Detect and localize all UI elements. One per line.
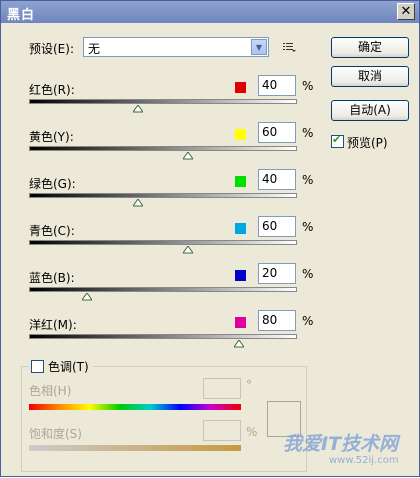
percent-unit: % xyxy=(302,126,314,140)
tint-checkbox[interactable] xyxy=(31,360,44,373)
auto-button[interactable]: 自动(A) xyxy=(331,100,409,121)
preset-dropdown[interactable]: 无 ▼ xyxy=(83,37,269,57)
slider-thumb[interactable] xyxy=(183,152,193,160)
close-icon: ✕ xyxy=(400,4,412,19)
slider-label: 绿色(G): xyxy=(29,177,76,191)
channel-slider-track[interactable] xyxy=(29,193,297,198)
dialog-title: 黑白 xyxy=(7,8,36,23)
watermark: 我爱IT技术网 www.52ij.com xyxy=(261,421,420,478)
hue-label: 色相(H) xyxy=(29,384,72,398)
percent-unit: % xyxy=(302,79,314,93)
channel-color-swatch xyxy=(235,129,246,140)
saturation-slider-track[interactable] xyxy=(29,445,241,451)
watermark-url: www.52ij.com xyxy=(329,455,399,466)
channel-value-input[interactable]: 40 xyxy=(258,169,296,190)
channel-value-input[interactable]: 60 xyxy=(258,216,296,237)
ok-button[interactable]: 确定 xyxy=(331,37,409,58)
slider-thumb[interactable] xyxy=(133,105,143,113)
hue-unit: ° xyxy=(246,378,252,392)
close-button[interactable]: ✕ xyxy=(397,3,415,20)
tint-label: 色调(T) xyxy=(48,360,89,374)
slider-thumb[interactable] xyxy=(234,340,244,348)
channel-color-swatch xyxy=(235,270,246,281)
slider-label: 红色(R): xyxy=(29,83,75,97)
slider-label: 蓝色(B): xyxy=(29,271,75,285)
channel-value-input[interactable]: 20 xyxy=(258,263,296,284)
channel-value-input[interactable]: 80 xyxy=(258,310,296,331)
tint-group-title: 色调(T) xyxy=(29,358,93,375)
channel-color-swatch xyxy=(235,223,246,234)
channel-slider-track[interactable] xyxy=(29,146,297,151)
preset-options-menu-icon[interactable] xyxy=(281,39,297,55)
channel-slider-track[interactable] xyxy=(29,287,297,292)
preview-checkbox[interactable] xyxy=(331,133,344,148)
watermark-text: 我爱IT技术网 xyxy=(283,433,399,455)
hue-input[interactable] xyxy=(203,378,241,399)
channel-color-swatch xyxy=(235,176,246,187)
hue-slider-track[interactable] xyxy=(29,404,241,410)
channel-value-input[interactable]: 40 xyxy=(258,75,296,96)
slider-label: 青色(C): xyxy=(29,224,75,238)
channel-color-swatch xyxy=(235,317,246,328)
saturation-label: 饱和度(S) xyxy=(29,427,82,441)
slider-thumb[interactable] xyxy=(183,246,193,254)
preview-label: 预览(P) xyxy=(347,136,388,150)
slider-label: 黄色(Y): xyxy=(29,130,74,144)
percent-unit: % xyxy=(302,314,314,328)
chevron-down-icon[interactable]: ▼ xyxy=(251,39,267,55)
channel-value-input[interactable]: 60 xyxy=(258,122,296,143)
cancel-button[interactable]: 取消 xyxy=(331,66,409,87)
channel-slider-track[interactable] xyxy=(29,334,297,339)
percent-unit: % xyxy=(302,267,314,281)
saturation-input[interactable] xyxy=(203,420,241,441)
slider-thumb[interactable] xyxy=(133,199,143,207)
percent-unit: % xyxy=(302,173,314,187)
preset-label: 预设(E): xyxy=(29,42,74,56)
channel-color-swatch xyxy=(235,82,246,93)
black-white-dialog: 黑白 ✕ 预设(E): 无 ▼ 确定 取消 自动(A) 预览(P) 红色(R):… xyxy=(0,0,420,477)
slider-label: 洋红(M): xyxy=(29,318,77,332)
percent-unit: % xyxy=(302,220,314,234)
preset-value: 无 xyxy=(88,42,101,56)
channel-slider-track[interactable] xyxy=(29,240,297,245)
channel-slider-track[interactable] xyxy=(29,99,297,104)
slider-thumb[interactable] xyxy=(82,293,92,301)
saturation-unit: % xyxy=(246,425,258,439)
title-bar: 黑白 ✕ xyxy=(1,1,419,23)
